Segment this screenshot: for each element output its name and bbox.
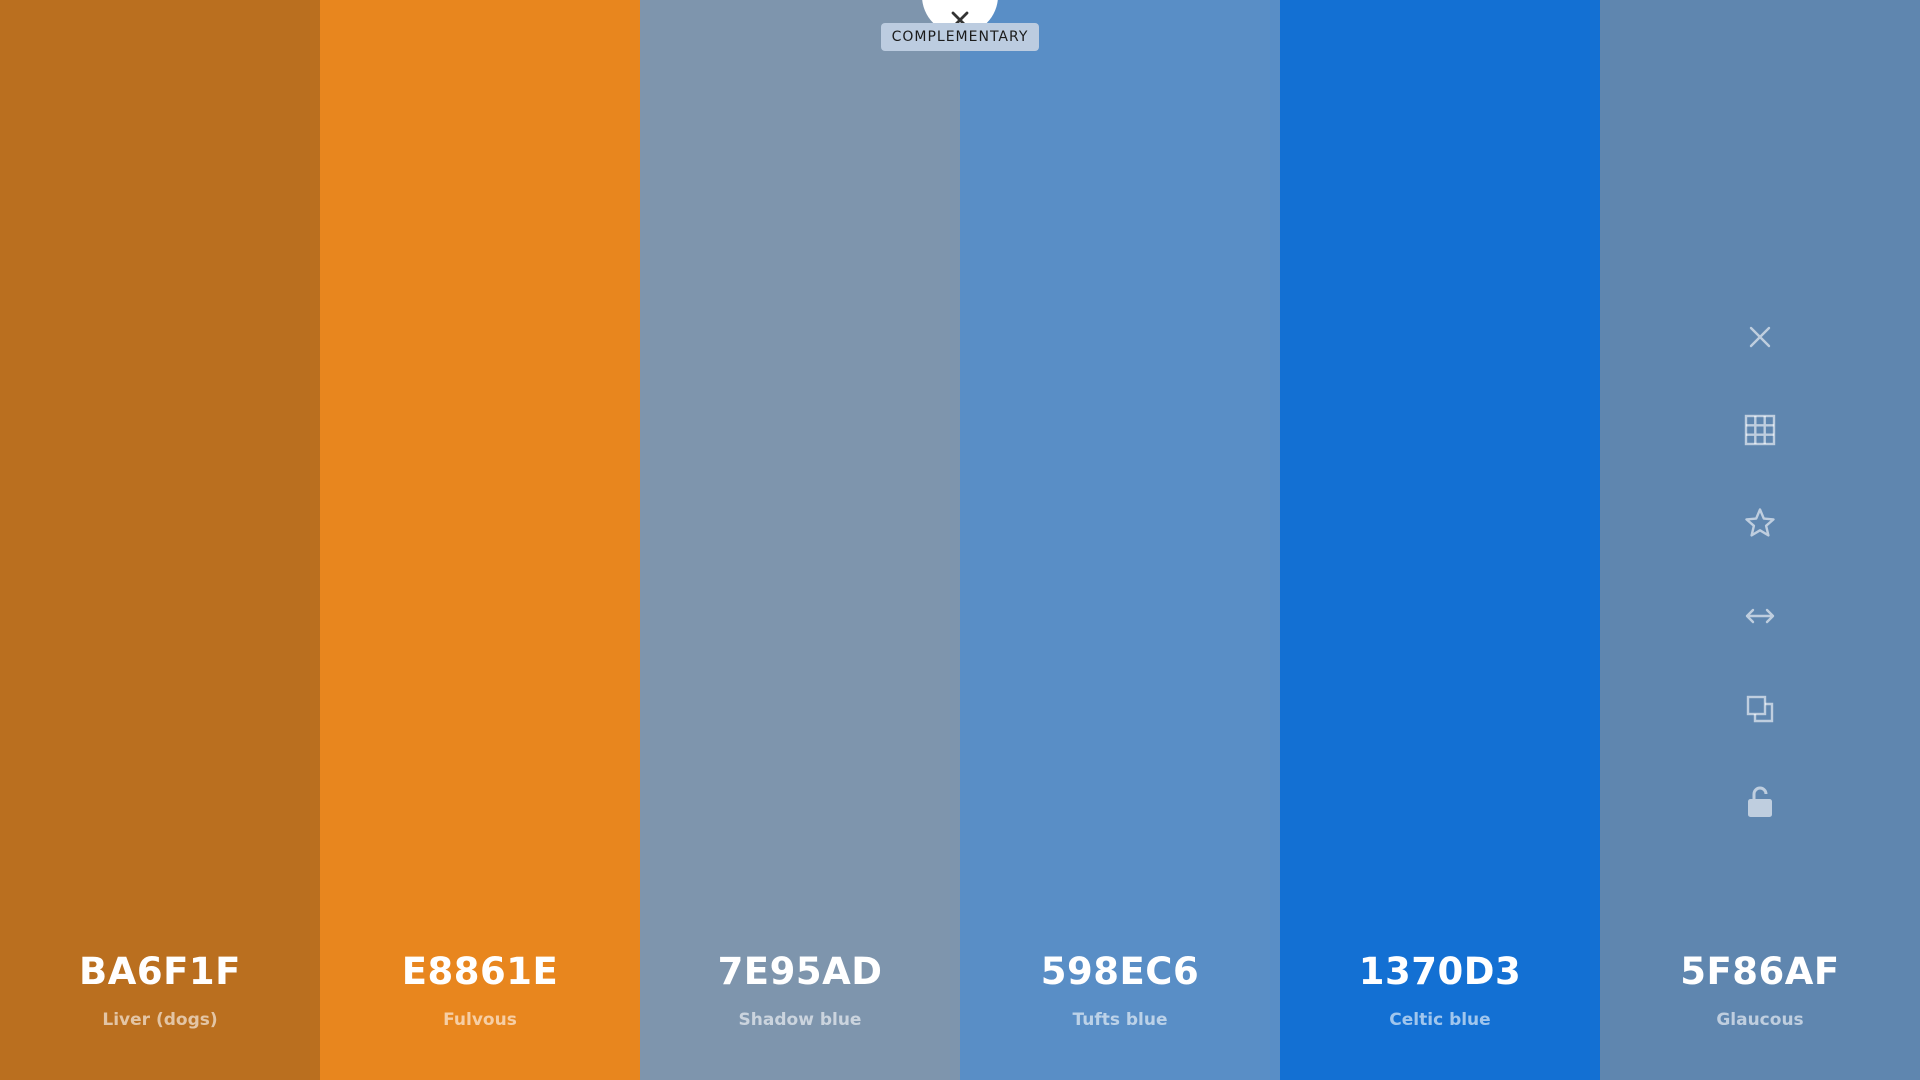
color-name[interactable]: Liver (dogs) (0, 1008, 320, 1032)
drag-color-handle[interactable] (1738, 594, 1782, 638)
palette: BA6F1F Liver (dogs) E8861E Fulvous 7E95A… (0, 0, 1920, 1080)
color-hex[interactable]: BA6F1F (0, 948, 320, 996)
star-icon (1745, 508, 1775, 537)
color-hex[interactable]: 5F86AF (1600, 948, 1920, 996)
copy-icon (1746, 695, 1774, 723)
color-name[interactable]: Tufts blue (960, 1008, 1280, 1032)
color-swatch-2[interactable]: E8861E Fulvous (320, 0, 640, 1080)
color-name[interactable]: Celtic blue (1280, 1008, 1600, 1032)
color-name[interactable]: Fulvous (320, 1008, 640, 1032)
save-color-button[interactable] (1738, 501, 1782, 545)
color-swatch-6[interactable]: 5F86AF Glaucous (1600, 0, 1920, 1080)
color-name[interactable]: Glaucous (1600, 1008, 1920, 1032)
color-swatch-4[interactable]: 598EC6 Tufts blue (960, 0, 1280, 1080)
color-hex[interactable]: 1370D3 (1280, 948, 1600, 996)
grid-icon (1744, 414, 1776, 446)
arrows-horizontal-icon (1745, 608, 1775, 624)
color-swatch-5[interactable]: 1370D3 Celtic blue (1280, 0, 1600, 1080)
color-swatch-3[interactable]: 7E95AD Shadow blue (640, 0, 960, 1080)
color-hex[interactable]: 7E95AD (640, 948, 960, 996)
color-name[interactable]: Shadow blue (640, 1008, 960, 1032)
complementary-tooltip: COMPLEMENTARY (881, 23, 1039, 51)
color-hex[interactable]: E8861E (320, 948, 640, 996)
color-swatch-1[interactable]: BA6F1F Liver (dogs) (0, 0, 320, 1080)
lock-color-button[interactable] (1738, 780, 1782, 824)
remove-color-button[interactable] (1738, 315, 1782, 359)
close-icon (1749, 326, 1771, 348)
color-hex[interactable]: 598EC6 (960, 948, 1280, 996)
copy-color-button[interactable] (1738, 687, 1782, 731)
unlock-icon (1748, 786, 1772, 817)
view-shades-button[interactable] (1738, 408, 1782, 452)
